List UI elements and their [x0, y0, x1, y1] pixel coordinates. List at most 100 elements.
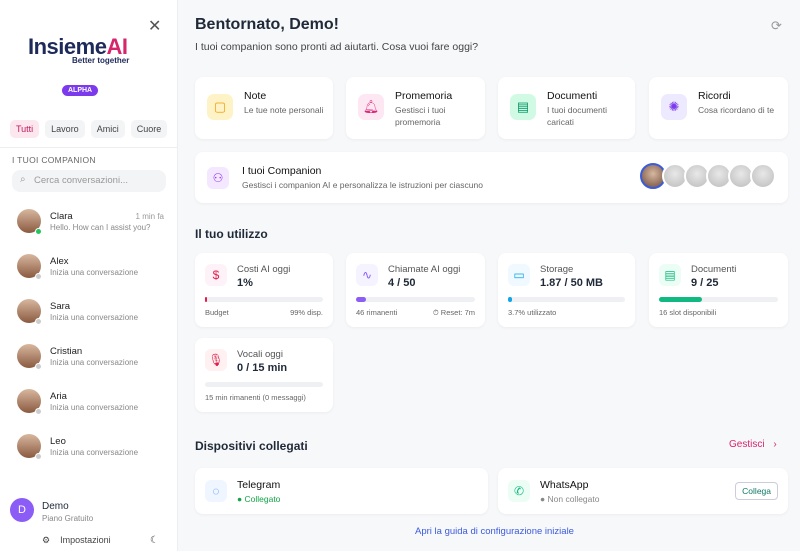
devices-title: Dispositivi collegati — [195, 439, 308, 453]
manage-label: Gestisci — [729, 439, 765, 450]
usage-title: Il tuo utilizzo — [195, 227, 268, 241]
companion-preview: Inizia una conversazione — [50, 358, 139, 367]
brain-icon: ✺ — [661, 94, 687, 120]
companion-name: Sara — [50, 301, 71, 312]
manage-link[interactable]: Gestisci › — [729, 439, 777, 450]
usage-footer-left: 16 slot disponibili — [659, 308, 717, 317]
moon-icon[interactable]: ☾ — [150, 535, 159, 546]
progress-fill — [205, 297, 208, 302]
search-input[interactable]: ⌕ Cerca conversazioni... — [12, 170, 166, 192]
usage-progress — [508, 297, 625, 302]
quick-card-promemoria[interactable]: 🔔︎ Promemoria Gestisci i tuoi promemoria — [346, 77, 485, 139]
usage-label: Storage — [540, 264, 574, 275]
status-dot — [35, 228, 42, 235]
storage-icon: ▭ — [508, 264, 530, 286]
close-icon[interactable]: ✕ — [148, 16, 161, 36]
usage-card: ∿ Chiamate AI oggi 4 / 50 46 rimanenti ⏱… — [346, 253, 485, 327]
progress-fill — [659, 297, 702, 302]
companion-name: Leo — [50, 436, 66, 447]
usage-card: $ Costi AI oggi 1% Budget 99% disp. — [195, 253, 333, 327]
companion-name: Alex — [50, 256, 69, 267]
sidebar: ✕ InsiemeAI Better together ALPHA Tutti … — [0, 0, 178, 551]
chevron-right-icon: › — [773, 439, 777, 450]
filter-lavoro[interactable]: Lavoro — [45, 120, 85, 138]
companion-item[interactable]: Aria Inizia una conversazione — [0, 383, 178, 428]
section-label: I TUOI COMPANION — [12, 155, 96, 165]
device-status: ● Non collegato — [540, 494, 600, 504]
settings-button[interactable]: ⚙ Impostazioni — [42, 535, 111, 546]
companion-item[interactable]: Cristian Inizia una conversazione — [0, 338, 178, 383]
companion-avatars — [640, 163, 776, 189]
device-card-telegram: ◌ Telegram ● Collegato — [195, 468, 488, 514]
companion-item[interactable]: Leo Inizia una conversazione — [0, 428, 178, 473]
usage-value: 1.87 / 50 MB — [540, 277, 603, 289]
usage-label: Documenti — [691, 264, 737, 275]
device-status: ● Collegato — [237, 494, 281, 504]
whatsapp-icon: ✆ — [508, 480, 530, 502]
device-card-whatsapp: ✆ WhatsApp ● Non collegato Collega — [498, 468, 788, 514]
usage-progress — [356, 297, 475, 302]
gear-icon: ⚙ — [42, 535, 51, 545]
usage-footer-right: 99% disp. — [290, 308, 323, 317]
dollar-icon: $ — [205, 264, 227, 286]
avatar — [750, 163, 776, 189]
usage-card: ▤ Documenti 9 / 25 16 slot disponibili — [649, 253, 788, 327]
usage-footer-left: 15 min rimanenti (0 messaggi) — [205, 393, 306, 402]
quick-card-ricordi[interactable]: ✺ Ricordi Cosa ricordano di te — [649, 77, 788, 139]
companion-preview: Inizia una conversazione — [50, 268, 139, 277]
setup-guide-link[interactable]: Apri la guida di configurazione iniziale — [415, 526, 574, 537]
quick-card-note[interactable]: ▢ Note Le tue note personali — [195, 77, 333, 139]
page-title: Bentornato, Demo! — [195, 16, 339, 33]
search-icon: ⌕ — [20, 174, 26, 185]
quick-card-sub: Cosa ricordano di te — [698, 105, 775, 115]
note-icon: ▢ — [207, 94, 233, 120]
usage-card: 🎙︎ Vocali oggi 0 / 15 min 15 min rimanen… — [195, 338, 333, 412]
connect-button[interactable]: Collega — [735, 482, 778, 500]
usage-label: Chiamate AI oggi — [388, 264, 461, 275]
avatar[interactable]: D — [10, 498, 34, 522]
usage-footer-left: 3.7% utilizzato — [508, 308, 557, 317]
refresh-icon[interactable]: ⟳ — [771, 18, 782, 34]
quick-card-title: Promemoria — [395, 90, 453, 102]
divider — [0, 147, 178, 148]
usage-card: ▭ Storage 1.87 / 50 MB 3.7% utilizzato — [498, 253, 635, 327]
companion-name: Aria — [50, 391, 67, 402]
filter-tutti[interactable]: Tutti — [10, 120, 40, 138]
usage-value: 9 / 25 — [691, 277, 719, 289]
usage-footer-left: 46 rimanenti — [356, 308, 398, 317]
quick-card-sub: Le tue note personali — [244, 105, 324, 115]
usage-progress — [659, 297, 778, 302]
telegram-icon: ◌ — [205, 480, 227, 502]
quick-card-title: Note — [244, 90, 267, 102]
usage-footer-left: Budget — [205, 308, 229, 317]
companions-title: I tuoi Companion — [242, 165, 322, 177]
user-plan: Piano Gratuito — [42, 514, 94, 523]
bell-icon: 🔔︎ — [358, 94, 384, 120]
user-name: Demo — [42, 501, 69, 512]
quick-card-title: Ricordi — [698, 90, 731, 102]
status-dot — [35, 273, 42, 280]
quick-card-documenti[interactable]: ▤ Documenti I tuoi documenti caricati — [498, 77, 635, 139]
quick-card-sub: I tuoi documenti caricati — [547, 105, 608, 127]
companions-sub: Gestisci i companion AI e personalizza l… — [242, 180, 483, 190]
usage-value: 4 / 50 — [388, 277, 416, 289]
companion-preview: Inizia una conversazione — [50, 313, 139, 322]
filter-amici[interactable]: Amici — [90, 120, 125, 138]
companion-name: Clara — [50, 211, 73, 222]
companion-item[interactable]: Alex Inizia una conversazione — [0, 248, 178, 293]
companion-item[interactable]: Clara Hello. How can I assist you? 1 min… — [0, 203, 178, 248]
mic-icon: 🎙︎ — [205, 349, 227, 371]
usage-value: 1% — [237, 277, 253, 289]
progress-fill — [356, 297, 366, 302]
device-status-label: Collegato — [244, 494, 281, 504]
document-icon: ▤ — [510, 94, 536, 120]
companion-name: Cristian — [50, 346, 83, 357]
device-name: WhatsApp — [540, 479, 589, 491]
timestamp: 1 min fa — [135, 212, 164, 221]
companion-preview: Inizia una conversazione — [50, 403, 139, 412]
filter-cuore[interactable]: Cuore — [130, 120, 168, 138]
companion-preview: Inizia una conversazione — [50, 448, 139, 457]
companions-card[interactable]: ⚇ I tuoi Companion Gestisci i companion … — [195, 152, 788, 203]
companion-item[interactable]: Sara Inizia una conversazione — [0, 293, 178, 338]
status-dot — [35, 408, 42, 415]
